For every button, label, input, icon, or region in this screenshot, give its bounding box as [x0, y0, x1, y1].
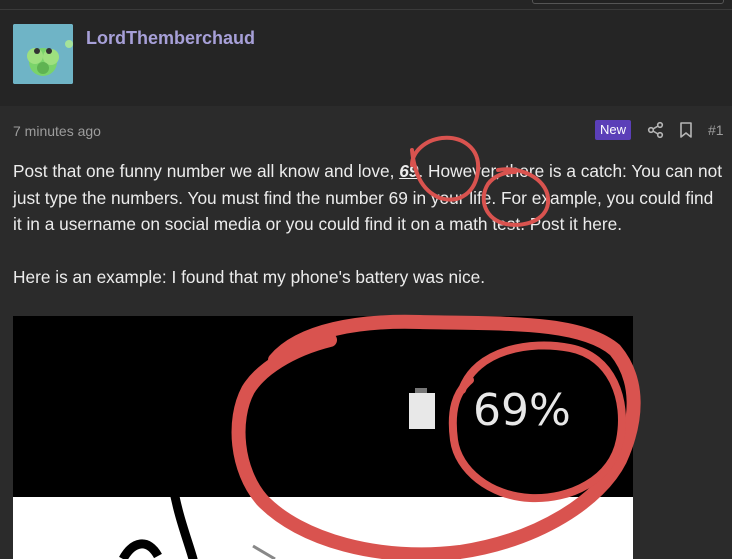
- paragraph-1: Post that one funny number we all know a…: [13, 158, 725, 238]
- post-header: LordThemberchaud: [0, 0, 732, 106]
- top-right-control[interactable]: [532, 0, 724, 4]
- post-timestamp[interactable]: 7 minutes ago: [13, 123, 101, 139]
- attached-image[interactable]: 69%: [13, 316, 633, 559]
- new-badge: New: [595, 120, 632, 140]
- post-content: Post that one funny number we all know a…: [13, 158, 725, 290]
- paragraph-2: Here is an example: I found that my phon…: [13, 266, 486, 287]
- image-sketch-lines: [119, 481, 276, 559]
- divider: [0, 9, 732, 10]
- avatar-image: [13, 24, 73, 84]
- avatar[interactable]: [13, 24, 73, 84]
- share-icon[interactable]: [646, 120, 666, 140]
- highlighted-number: 69: [399, 161, 419, 181]
- paragraph-1-start: Post that one funny number we all know a…: [13, 161, 400, 181]
- bookmark-icon[interactable]: [676, 120, 696, 140]
- post-number[interactable]: #1: [708, 122, 724, 138]
- username-link[interactable]: LordThemberchaud: [86, 28, 255, 49]
